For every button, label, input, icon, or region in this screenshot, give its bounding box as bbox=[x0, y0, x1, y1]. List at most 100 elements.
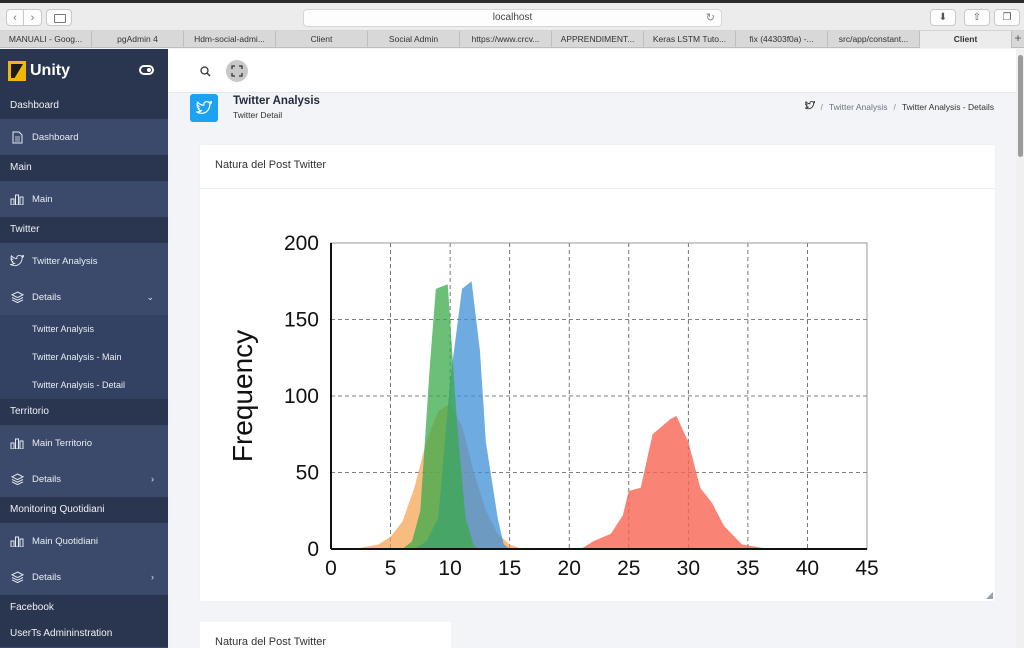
browser-toolbar: ‹ › localhost ↻ ⬇ ⇧ ❐ bbox=[0, 0, 1024, 31]
layers-icon bbox=[10, 290, 24, 304]
browser-tab[interactable]: Hdm-social-admi... bbox=[184, 31, 276, 48]
x-tick-label: 25 bbox=[617, 557, 640, 580]
browser-tab-bar: MANUALI - Goog... pgAdmin 4 Hdm-social-a… bbox=[0, 31, 1024, 48]
x-tick-label: 15 bbox=[498, 557, 521, 580]
chart-card-2: Natura del Post Twitter bbox=[200, 622, 451, 648]
nav-buttons: ‹ › bbox=[6, 9, 42, 26]
browser-tab-active[interactable]: Client bbox=[920, 31, 1012, 48]
sidebar-item-main-quotidiani[interactable]: Main Quotidiani bbox=[0, 523, 168, 559]
search-icon[interactable] bbox=[200, 64, 211, 82]
browser-tab[interactable]: src/app/constant... bbox=[828, 31, 920, 48]
sidebar-item-label: Dashboard bbox=[32, 131, 79, 143]
document-icon bbox=[10, 130, 24, 144]
sidebar-item-label: Details bbox=[32, 291, 62, 303]
x-tick-label: 40 bbox=[796, 557, 819, 580]
main-header bbox=[168, 49, 1016, 93]
sidebar-item-details-territorio[interactable]: Details › bbox=[0, 461, 168, 497]
y-tick-label: 200 bbox=[284, 232, 319, 255]
breadcrumb-link[interactable]: Twitter Analysis bbox=[829, 102, 888, 112]
y-tick-label: 50 bbox=[296, 462, 319, 485]
breadcrumb: / Twitter Analysis / Twitter Analysis - … bbox=[803, 100, 994, 112]
sidebar-item-label: Details bbox=[32, 571, 62, 583]
downloads-icon[interactable]: ⬇ bbox=[930, 9, 956, 26]
twitter-icon bbox=[10, 254, 24, 268]
browser-sidebar-icon[interactable] bbox=[46, 9, 72, 26]
tabs-overview-icon[interactable]: ❐ bbox=[994, 9, 1020, 26]
browser-tab[interactable]: pgAdmin 4 bbox=[92, 31, 184, 48]
x-tick-label: 0 bbox=[325, 557, 337, 580]
sidebar: Unity Dashboard Dashboard Main Main Twit… bbox=[0, 49, 168, 648]
fullscreen-icon[interactable] bbox=[226, 60, 248, 82]
card-title: Natura del Post Twitter bbox=[215, 636, 327, 648]
browser-tab[interactable]: fix (44303f0a) -... bbox=[736, 31, 828, 48]
chevron-right-icon: › bbox=[151, 572, 154, 582]
reload-icon[interactable]: ↻ bbox=[706, 10, 715, 26]
series-area-3 bbox=[581, 415, 772, 549]
breadcrumb-separator: / bbox=[893, 101, 896, 112]
resize-handle-icon[interactable] bbox=[986, 592, 993, 599]
bar-chart-icon bbox=[10, 534, 24, 548]
browser-tab[interactable]: Client bbox=[276, 31, 368, 48]
section-facebook[interactable]: Facebook bbox=[0, 595, 168, 621]
page-subtitle: Twitter Detail bbox=[233, 110, 283, 120]
sidebar-subitem-twitter-analysis-main[interactable]: Twitter Analysis - Main bbox=[0, 343, 168, 371]
x-tick-label: 30 bbox=[677, 557, 700, 580]
layers-icon bbox=[10, 570, 24, 584]
sidebar-item-label: Twitter Analysis bbox=[32, 255, 98, 267]
window-top-strip bbox=[0, 0, 1024, 3]
sidebar-item-main-territorio[interactable]: Main Territorio bbox=[0, 425, 168, 461]
y-tick-label: 0 bbox=[307, 538, 319, 561]
bar-chart-icon bbox=[10, 192, 24, 206]
sidebar-item-label: Main bbox=[32, 193, 53, 205]
sidebar-item-label: Details bbox=[32, 473, 62, 485]
sidebar-subitem-twitter-analysis[interactable]: Twitter Analysis bbox=[0, 315, 168, 343]
sidebar-item-label: Main Quotidiani bbox=[32, 535, 99, 547]
brand-logo bbox=[8, 61, 26, 81]
sidebar-item-dashboard[interactable]: Dashboard bbox=[0, 119, 168, 155]
forward-icon[interactable]: › bbox=[24, 9, 42, 26]
x-tick-label: 10 bbox=[438, 557, 461, 580]
x-tick-label: 5 bbox=[385, 557, 397, 580]
histogram-chart: 0 5 10 15 20 25 30 35 40 45 0 50 100 150 200 Frequency bbox=[227, 232, 879, 580]
layers-icon bbox=[10, 472, 24, 486]
section-dashboard: Dashboard bbox=[0, 93, 168, 119]
brand-name: Unity bbox=[30, 62, 70, 79]
url-text: localhost bbox=[492, 12, 533, 23]
sidebar-subitem-twitter-analysis-detail[interactable]: Twitter Analysis - Detail bbox=[0, 371, 168, 399]
sidebar-item-twitter-analysis[interactable]: Twitter Analysis bbox=[0, 243, 168, 279]
x-tick-label: 35 bbox=[736, 557, 759, 580]
x-tick-label: 20 bbox=[558, 557, 581, 580]
x-tick-label: 45 bbox=[855, 557, 878, 580]
share-icon[interactable]: ⇧ bbox=[964, 9, 990, 26]
card-title: Natura del Post Twitter bbox=[215, 159, 327, 171]
browser-tab[interactable]: APPRENDIMENT... bbox=[552, 31, 644, 48]
new-tab-icon[interactable]: + bbox=[1012, 31, 1024, 47]
sidebar-item-main[interactable]: Main bbox=[0, 181, 168, 217]
chevron-down-icon: ⌄ bbox=[146, 291, 154, 302]
y-tick-label: 100 bbox=[284, 385, 319, 408]
sidebar-item-label: Main Territorio bbox=[32, 437, 93, 449]
section-monitoring: Monitoring Quotidiani bbox=[0, 497, 168, 523]
breadcrumb-current: Twitter Analysis - Details bbox=[901, 101, 994, 112]
back-icon[interactable]: ‹ bbox=[6, 9, 24, 26]
page-title: Twitter Analysis bbox=[233, 95, 320, 107]
sidebar-toggle-icon[interactable] bbox=[139, 65, 154, 75]
browser-tab[interactable]: Social Admin bbox=[368, 31, 460, 48]
breadcrumb-separator: / bbox=[820, 101, 823, 112]
section-users[interactable]: UserTs Admininstration bbox=[0, 621, 168, 647]
address-bar[interactable]: localhost ↻ bbox=[303, 9, 722, 27]
sidebar-item-details-twitter[interactable]: Details ⌄ bbox=[0, 279, 168, 315]
section-main: Main bbox=[0, 155, 168, 181]
browser-tab[interactable]: Keras LSTM Tuto... bbox=[644, 31, 736, 48]
section-twitter: Twitter bbox=[0, 217, 168, 243]
y-tick-label: 150 bbox=[284, 309, 319, 332]
sidebar-item-details-quotidiani[interactable]: Details › bbox=[0, 559, 168, 595]
browser-tab[interactable]: https://www.crcv... bbox=[460, 31, 552, 48]
bar-chart-icon bbox=[10, 436, 24, 450]
scrollbar-thumb[interactable] bbox=[1018, 55, 1023, 157]
y-axis-label: Frequency bbox=[227, 330, 258, 462]
browser-tab[interactable]: MANUALI - Goog... bbox=[0, 31, 92, 48]
section-territorio: Territorio bbox=[0, 399, 168, 425]
brand: Unity bbox=[0, 49, 168, 93]
twitter-icon[interactable] bbox=[803, 100, 815, 112]
